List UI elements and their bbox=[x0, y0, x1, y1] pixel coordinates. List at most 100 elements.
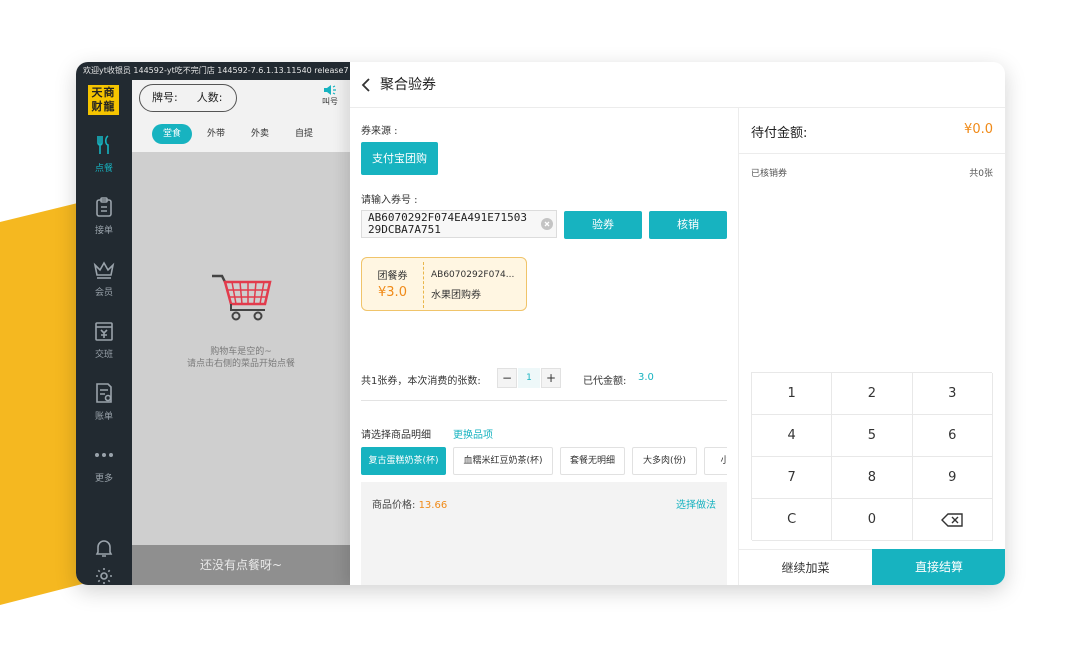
status-bar: 欢迎yt收银员 144592-yt吃不完门店 144592-7.6.1.13.1… bbox=[76, 62, 350, 80]
speaker-icon bbox=[324, 85, 336, 95]
keypad-key-2[interactable]: 2 bbox=[832, 373, 913, 415]
back-chevron-icon[interactable] bbox=[360, 77, 372, 93]
sidebar-item-shift[interactable]: 交班 bbox=[76, 320, 132, 370]
ticket-type: 团餐券 bbox=[377, 271, 408, 282]
coupon-source-label: 券来源 : bbox=[361, 126, 398, 137]
item-detail-panel: 商品价格: 13.66 选择做法 bbox=[361, 482, 727, 585]
call-number-button[interactable]: 叫号 bbox=[317, 84, 343, 107]
clear-input-icon[interactable] bbox=[541, 218, 553, 230]
continue-adding-button[interactable]: 继续加菜 bbox=[739, 549, 872, 585]
section-divider bbox=[361, 400, 727, 401]
direct-checkout-button[interactable]: 直接结算 bbox=[872, 549, 1005, 585]
main-sidebar: 天商 财龍 点餐 接单 会员 交班 账单 更多 bbox=[76, 80, 132, 585]
redeemed-coupons-label: 已核销券 bbox=[751, 169, 788, 179]
item-price: 商品价格: 13.66 bbox=[372, 496, 447, 511]
redeem-coupon-button[interactable]: 核销 bbox=[649, 211, 727, 239]
keypad-key-1[interactable]: 1 bbox=[752, 373, 833, 415]
screenshot-stage: 欢迎yt收银员 144592-yt吃不完门店 144592-7.6.1.13.1… bbox=[0, 0, 1080, 647]
quantity-value[interactable]: 1 bbox=[518, 368, 540, 388]
keypad-key-6[interactable]: 6 bbox=[912, 415, 993, 457]
increment-button[interactable]: + bbox=[541, 368, 561, 388]
sidebar-item-label: 更多 bbox=[94, 474, 113, 484]
item-chip-list: 复古蛋糕奶茶(杯) 血糯米红豆奶茶(杯) 套餐无明细 大多肉(份) 小多肉 bbox=[361, 447, 727, 475]
amount-due-label: 待付金额: bbox=[751, 126, 808, 141]
tab-dine-in[interactable]: 堂食 bbox=[152, 124, 192, 144]
change-items-link[interactable]: 更换品项 bbox=[453, 426, 493, 441]
keypad-key-clear[interactable]: C bbox=[752, 499, 833, 541]
quantity-stepper: − 1 + bbox=[497, 368, 561, 388]
sidebar-item-accept[interactable]: 接单 bbox=[76, 196, 132, 246]
sidebar-item-order[interactable]: 点餐 bbox=[76, 134, 132, 184]
sidebar-item-label: 接单 bbox=[94, 226, 113, 236]
select-method-link[interactable]: 选择做法 bbox=[676, 496, 716, 511]
keypad-key-0[interactable]: 0 bbox=[832, 499, 913, 541]
item-chip[interactable]: 血糯米红豆奶茶(杯) bbox=[453, 447, 553, 475]
more-dots-icon bbox=[95, 453, 113, 457]
ticket-price: ¥3.0 bbox=[378, 285, 407, 300]
redeemed-coupons-count: 共0张 bbox=[969, 169, 993, 179]
pos-device-window: 欢迎yt收银员 144592-yt吃不完门店 144592-7.6.1.13.1… bbox=[76, 62, 1005, 585]
coupon-number-label: 请输入券号 : bbox=[361, 195, 418, 206]
order-footer-status: 还没有点餐呀~ bbox=[132, 545, 350, 585]
sidebar-item-more[interactable]: 更多 bbox=[76, 444, 132, 494]
crown-icon bbox=[93, 261, 115, 279]
sidebar-item-member[interactable]: 会员 bbox=[76, 258, 132, 308]
gear-icon[interactable] bbox=[94, 566, 114, 585]
sidebar-item-label: 点餐 bbox=[94, 164, 113, 174]
paid-amount-label: 已代金额: bbox=[583, 376, 627, 387]
keypad-key-5[interactable]: 5 bbox=[832, 415, 913, 457]
coupon-verify-dialog: 聚合验券 券来源 : 支付宝团购 请输入券号 : AB6070292F074EA… bbox=[350, 62, 1005, 585]
coupon-ticket-card[interactable]: 团餐券 ¥3.0 AB6070292F074... 水果团购券 bbox=[361, 257, 527, 311]
order-panel: 牌号: 人数: 叫号 堂食 外带 外卖 自提 购物车是空的~ 请点击右侧的菜品开… bbox=[132, 80, 350, 585]
keypad-key-9[interactable]: 9 bbox=[912, 457, 993, 499]
sidebar-item-label: 会员 bbox=[94, 288, 113, 298]
backspace-icon bbox=[941, 512, 963, 527]
numeric-keypad: 1 2 3 4 5 6 7 8 9 C 0 bbox=[751, 372, 993, 541]
dialog-title: 聚合验券 bbox=[380, 77, 436, 93]
item-price-label: 商品价格: bbox=[372, 500, 416, 511]
table-guest-selector[interactable]: 牌号: 人数: bbox=[139, 84, 237, 112]
keypad-key-7[interactable]: 7 bbox=[752, 457, 833, 499]
tab-pickup[interactable]: 自提 bbox=[284, 124, 324, 144]
ticket-code: AB6070292F074... bbox=[431, 270, 515, 280]
ticket-divider bbox=[423, 262, 424, 308]
bell-icon[interactable] bbox=[94, 538, 114, 558]
sidebar-item-label: 账单 bbox=[94, 412, 113, 422]
sidebar-item-label: 交班 bbox=[94, 350, 113, 360]
empty-cart-hint: 请点击右侧的菜品开始点餐 bbox=[186, 359, 295, 369]
tab-takeaway[interactable]: 外带 bbox=[196, 124, 236, 144]
select-items-label: 请选择商品明细 bbox=[361, 430, 431, 441]
coupon-left-panel: 券来源 : 支付宝团购 请输入券号 : AB6070292F074EA491E7… bbox=[350, 108, 738, 585]
verify-coupon-button[interactable]: 验券 bbox=[564, 211, 642, 239]
keypad-key-4[interactable]: 4 bbox=[752, 415, 833, 457]
item-chip[interactable]: 大多肉(份) bbox=[632, 447, 697, 475]
brand-logo: 天商 财龍 bbox=[88, 85, 119, 115]
fork-knife-icon bbox=[97, 135, 109, 154]
decrement-button[interactable]: − bbox=[497, 368, 517, 388]
table-number-label: 牌号: bbox=[152, 91, 178, 104]
keypad-key-backspace[interactable] bbox=[912, 499, 993, 541]
bill-icon bbox=[96, 383, 112, 403]
payment-right-panel: 待付金额: ¥0.0 已核销券 共0张 1 2 3 4 5 6 7 8 9 C … bbox=[738, 108, 1005, 585]
dialog-header: 聚合验券 bbox=[350, 62, 1005, 108]
alipay-group-button[interactable]: 支付宝团购 bbox=[361, 142, 438, 175]
item-chip[interactable]: 复古蛋糕奶茶(杯) bbox=[361, 447, 446, 475]
keypad-key-3[interactable]: 3 bbox=[912, 373, 993, 415]
item-chip[interactable]: 小多肉 bbox=[704, 447, 727, 475]
item-chip[interactable]: 套餐无明细 bbox=[560, 447, 625, 475]
call-number-label: 叫号 bbox=[322, 97, 338, 106]
coupon-count-text: 共1张券，本次消费的张数: bbox=[361, 376, 481, 387]
clipboard-icon bbox=[96, 197, 112, 217]
guest-count-label: 人数: bbox=[196, 91, 223, 104]
payment-divider bbox=[739, 153, 1005, 154]
tab-delivery[interactable]: 外卖 bbox=[240, 124, 280, 144]
paid-amount-value: 3.0 bbox=[638, 372, 654, 383]
coupon-number-input[interactable]: AB6070292F074EA491E7150329DCBA7A751 bbox=[361, 210, 557, 238]
sidebar-item-bills[interactable]: 账单 bbox=[76, 382, 132, 432]
item-price-value: 13.66 bbox=[418, 500, 448, 511]
keypad-key-8[interactable]: 8 bbox=[832, 457, 913, 499]
coupon-number-value: AB6070292F074EA491E7150329DCBA7A751 bbox=[368, 211, 527, 236]
shopping-cart-icon bbox=[212, 274, 272, 321]
amount-due-value: ¥0.0 bbox=[964, 122, 993, 137]
order-header: 牌号: 人数: 叫号 bbox=[132, 80, 350, 116]
